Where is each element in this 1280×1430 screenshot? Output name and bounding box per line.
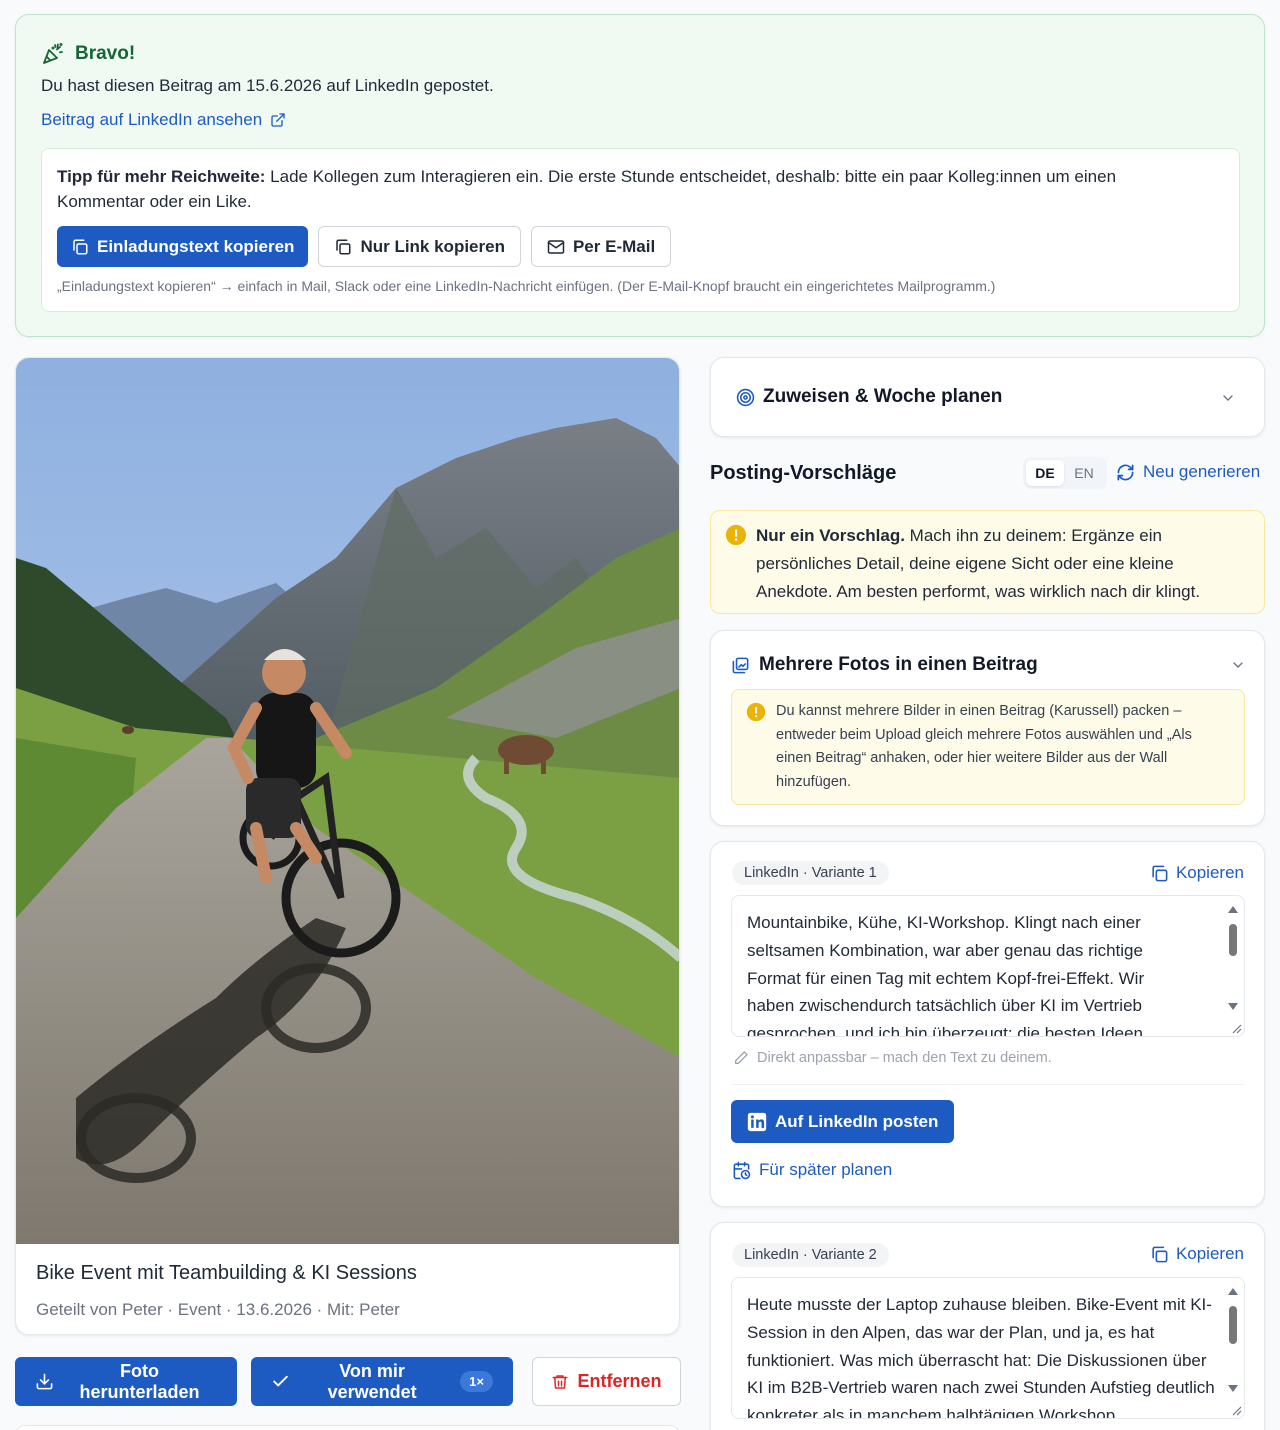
suggestion-notice: Nur ein Vorschlag. Mach ihn zu deinem: E… — [710, 510, 1265, 614]
chevron-down-icon — [1230, 657, 1246, 673]
multi-photo-title: Mehrere Fotos in einen Beitrag — [759, 654, 1038, 675]
variant-textarea[interactable]: Mountainbike, Kühe, KI-Workshop. Klingt … — [731, 895, 1245, 1037]
language-toggle: DE EN — [1023, 457, 1107, 489]
copy-variant-button[interactable]: Kopieren — [1150, 863, 1244, 883]
schedule-later-button[interactable]: Für später planen — [732, 1160, 892, 1180]
external-link-icon — [270, 112, 286, 128]
pencil-icon — [733, 1050, 749, 1066]
chevron-down-icon[interactable] — [1220, 390, 1236, 406]
edit-hint-text: Direkt anpassbar – mach den Text zu dein… — [757, 1050, 1052, 1066]
banner-header: Bravo! — [41, 42, 135, 66]
gallery-icon — [731, 656, 750, 675]
banner-message: Du hast diesen Beitrag am 15.6.2026 auf … — [41, 76, 494, 95]
multi-photo-header[interactable]: Mehrere Fotos in einen Beitrag — [731, 654, 1246, 676]
edit-hint: Direkt anpassbar – mach den Text zu dein… — [733, 1050, 1052, 1066]
variant-badge: LinkedIn · Variante 2 — [732, 1243, 889, 1267]
copy-variant-label: Kopieren — [1175, 863, 1244, 882]
multi-photo-info-text: Du kannst mehrere Bilder in einen Beitra… — [776, 703, 1192, 790]
lang-de-button[interactable]: DE — [1026, 460, 1064, 486]
copy-variant-button[interactable]: Kopieren — [1150, 1244, 1244, 1264]
remove-label: Entfernen — [577, 1371, 662, 1391]
download-photo-button[interactable]: Foto herunterladen — [15, 1357, 237, 1406]
variant-card-1: LinkedIn · Variante 1 Kopieren Mountainb… — [710, 841, 1265, 1207]
notice-bold: Nur ein Vorschlag. — [756, 526, 905, 545]
used-label: Von mir verwendet — [327, 1360, 417, 1402]
divider — [731, 1084, 1245, 1085]
party-popper-icon — [41, 42, 65, 66]
used-by-me-button[interactable]: Von mir verwendet 1× — [251, 1357, 513, 1406]
event-photo[interactable] — [16, 358, 679, 1244]
copy-icon — [1150, 864, 1169, 883]
copy-invite-button[interactable]: Einladungstext kopieren — [57, 226, 309, 267]
download-label: Foto herunterladen — [79, 1360, 200, 1402]
photo-title: Bike Event mit Teambuilding & KI Session… — [36, 1262, 417, 1284]
scrollbar[interactable] — [1226, 900, 1240, 1032]
target-icon — [736, 388, 755, 407]
post-linkedin-button[interactable]: Auf LinkedIn posten — [731, 1100, 955, 1143]
variant-card-2: LinkedIn · Variante 2 Kopieren Heute mus… — [710, 1222, 1265, 1430]
remove-button[interactable]: Entfernen — [532, 1357, 681, 1406]
post-linkedin-label: Auf LinkedIn posten — [775, 1111, 939, 1131]
warning-icon — [746, 702, 766, 722]
assign-title: Zuweisen & Woche planen — [763, 386, 1003, 407]
variant-textarea[interactable]: Heute musste der Laptop zuhause bleiben.… — [731, 1277, 1245, 1419]
copy-link-label: Nur Link kopieren — [360, 236, 505, 256]
tip-box: Tipp für mehr Reichweite: Lade Kollegen … — [41, 148, 1240, 312]
linkedin-icon — [747, 1112, 767, 1132]
notice-text: Nur ein Vorschlag. Mach ihn zu deinem: E… — [756, 522, 1251, 606]
used-count-badge: 1× — [460, 1371, 493, 1392]
multi-photo-info: Du kannst mehrere Bilder in einen Beitra… — [731, 689, 1245, 805]
banner-title: Bravo! — [75, 43, 136, 64]
tip-bold: Tipp für mehr Reichweite: — [57, 167, 266, 186]
copy-icon — [71, 238, 89, 256]
download-icon — [35, 1372, 54, 1391]
resize-handle-icon[interactable] — [1230, 1404, 1242, 1416]
email-button[interactable]: Per E-Mail — [530, 226, 672, 267]
refresh-icon — [1116, 463, 1135, 482]
photo-card: Bike Event mit Teambuilding & KI Session… — [15, 357, 680, 1335]
variant-text: Heute musste der Laptop zuhause bleiben.… — [747, 1295, 1215, 1419]
copy-link-button[interactable]: Nur Link kopieren — [318, 226, 521, 267]
regenerate-label: Neu generieren — [1143, 462, 1261, 481]
schedule-later-label: Für später planen — [759, 1160, 893, 1179]
warning-icon — [725, 524, 747, 546]
scrollbar[interactable] — [1226, 1282, 1240, 1414]
email-label: Per E-Mail — [572, 236, 656, 256]
lang-en-button[interactable]: EN — [1064, 460, 1104, 486]
resize-handle-icon[interactable] — [1230, 1022, 1242, 1034]
copy-icon — [1150, 1245, 1169, 1264]
view-on-linkedin-link[interactable]: Beitrag auf LinkedIn ansehen — [41, 110, 286, 130]
copy-variant-label: Kopieren — [1175, 1244, 1244, 1263]
assign-panel[interactable]: Zuweisen & Woche planen — [710, 357, 1265, 437]
copy-icon — [334, 238, 352, 256]
multi-photo-panel: Mehrere Fotos in einen Beitrag Du kannst… — [710, 630, 1265, 826]
success-banner: Bravo! Du hast diesen Beitrag am 15.6.20… — [15, 14, 1265, 337]
copy-invite-label: Einladungstext kopieren — [97, 236, 295, 256]
variant-badge: LinkedIn · Variante 1 — [732, 861, 889, 885]
tip-actions: Einladungstext kopieren Nur Link kopiere… — [57, 226, 672, 267]
check-icon — [271, 1372, 290, 1391]
calendar-clock-icon — [732, 1161, 751, 1180]
next-card-edge — [15, 1425, 680, 1430]
variant-text: Mountainbike, Kühe, KI-Workshop. Klingt … — [747, 913, 1145, 1037]
mail-icon — [547, 238, 565, 256]
tip-text: Tipp für mehr Reichweite: Lade Kollegen … — [57, 164, 1197, 214]
regenerate-button[interactable]: Neu generieren — [1116, 462, 1260, 482]
tip-hint: „Einladungstext kopieren“ → einfach in M… — [57, 278, 996, 294]
trash-icon — [551, 1373, 569, 1391]
suggestions-title: Posting-Vorschläge — [710, 462, 897, 484]
view-link-label: Beitrag auf LinkedIn ansehen — [41, 110, 263, 129]
photo-meta: Geteilt von Peter · Event · 13.6.2026 · … — [36, 1300, 400, 1319]
